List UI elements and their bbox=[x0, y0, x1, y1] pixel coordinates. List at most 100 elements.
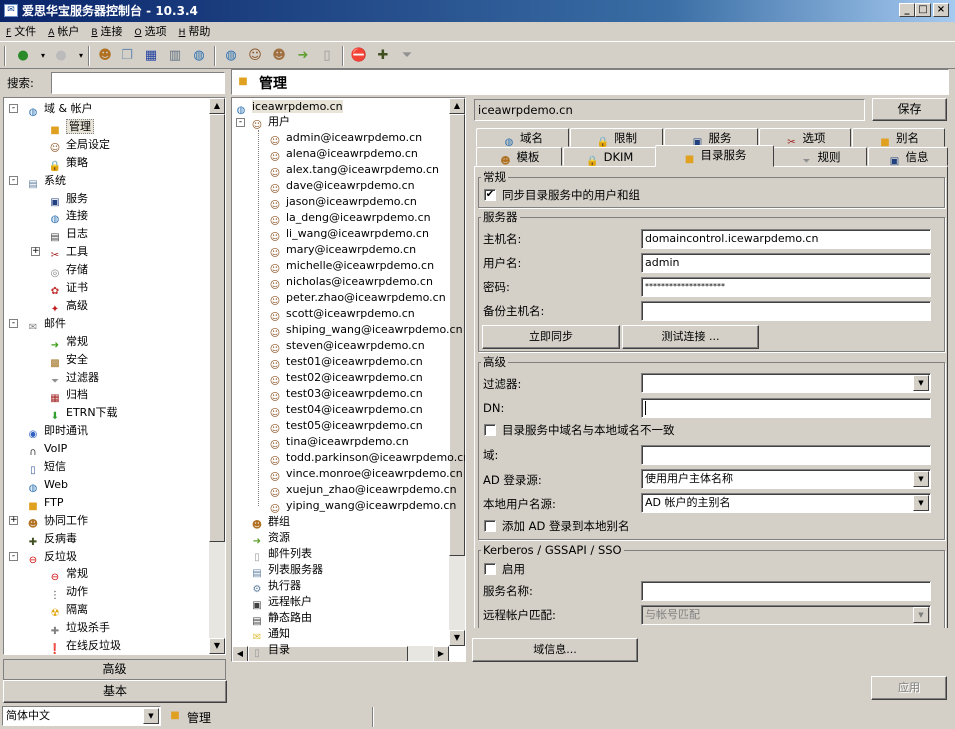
sync-checkbox[interactable]: ✔ bbox=[484, 189, 496, 201]
group-icon[interactable]: ☻ bbox=[270, 47, 288, 65]
scroll-thumb[interactable] bbox=[209, 114, 225, 542]
nav-scrollbar[interactable]: ▲ ▼ bbox=[209, 98, 225, 654]
nav-item[interactable]: ◉ 即时通讯 bbox=[26, 422, 88, 440]
nav-item[interactable]: ✿ 证书 bbox=[48, 279, 88, 297]
username-input[interactable]: admin bbox=[641, 253, 931, 273]
chart-icon[interactable]: ▥ bbox=[166, 47, 184, 65]
expand-icon[interactable]: + bbox=[31, 247, 40, 257]
nav-item[interactable]: ☻ 协同工作 bbox=[26, 512, 88, 530]
nav-item[interactable]: ✦ 高级 bbox=[48, 297, 88, 315]
new-dropdown-icon[interactable]: ▾ bbox=[34, 47, 52, 65]
basic-button[interactable]: 基本 bbox=[3, 680, 227, 703]
menu-item[interactable]: B 连接 bbox=[91, 25, 122, 38]
scroll-down-button[interactable]: ▼ bbox=[449, 630, 465, 646]
nav-item[interactable]: ◍ 连接 bbox=[48, 207, 88, 225]
nav-item[interactable]: ✂ 工具 bbox=[48, 243, 88, 261]
globe-icon[interactable]: ◍ bbox=[190, 47, 208, 65]
delete-icon[interactable]: ● bbox=[52, 47, 70, 65]
backup-host-input[interactable] bbox=[641, 301, 931, 321]
add-alias-checkbox[interactable] bbox=[484, 520, 496, 532]
apply-button[interactable]: 应用 bbox=[871, 676, 947, 700]
dropdown-arrow-icon[interactable]: ▼ bbox=[913, 607, 929, 623]
user-list-item[interactable]: ☺ yiping_wang@iceawrpdemo.cn bbox=[268, 497, 457, 515]
domain-icon[interactable]: ◍ bbox=[222, 47, 240, 65]
domain-tree-item[interactable]: ▯ 目录 bbox=[250, 641, 290, 659]
save-button[interactable]: 保存 bbox=[872, 98, 947, 121]
scroll-left-button[interactable]: ◀ bbox=[232, 646, 248, 661]
enable-kerberos-checkbox[interactable] bbox=[484, 563, 496, 575]
tab-row1[interactable]: 🔒 限制 bbox=[570, 128, 663, 148]
filter-combo[interactable]: ▼ bbox=[641, 373, 931, 393]
tab-row2[interactable]: ☻ 模板 bbox=[476, 147, 562, 167]
domain-input[interactable] bbox=[641, 445, 931, 465]
nav-item[interactable]: ▩ 安全 bbox=[48, 351, 88, 369]
nav-item[interactable]: ⊖ 反垃圾 bbox=[26, 548, 77, 566]
nav-item[interactable]: ✚ 垃圾杀手 bbox=[48, 619, 110, 637]
tab-row1[interactable]: ✂ 选项 bbox=[759, 128, 851, 148]
nav-item[interactable]: ◍ 域 & 帐户 bbox=[26, 100, 93, 118]
copy-icon[interactable]: ❐ bbox=[118, 47, 136, 65]
remote-match-combo[interactable]: 与帐号匹配 ▼ bbox=[641, 605, 931, 625]
collapse-icon[interactable]: - bbox=[9, 551, 18, 561]
nav-item[interactable]: ✉ 邮件 bbox=[26, 315, 66, 333]
forward-icon[interactable]: ➜ bbox=[294, 47, 312, 65]
nav-item[interactable]: ∩ VoIP bbox=[26, 440, 67, 458]
domain-info-button[interactable]: 域信息... bbox=[472, 638, 638, 662]
nav-item[interactable]: ✚ 反病毒 bbox=[26, 530, 77, 548]
nav-item[interactable]: ◍ Web bbox=[26, 476, 68, 494]
collapse-icon[interactable]: - bbox=[9, 318, 18, 328]
nav-item[interactable]: ⏷ 过滤器 bbox=[48, 369, 99, 387]
tab-row2[interactable]: ▣ 信息 bbox=[868, 147, 948, 167]
filter-icon[interactable]: ⏷ bbox=[398, 47, 416, 65]
stop-icon[interactable]: ⛔ bbox=[350, 47, 368, 65]
user-icon[interactable]: ☺ bbox=[246, 47, 264, 65]
users-icon[interactable]: ☻ bbox=[96, 47, 114, 65]
nav-item[interactable]: ☢ 隔离 bbox=[48, 601, 88, 619]
nav-item[interactable]: ☺ 全局设定 bbox=[48, 136, 110, 154]
dropdown-arrow-icon[interactable]: ▼ bbox=[913, 471, 929, 487]
nav-item[interactable]: ▣ 服务 bbox=[48, 190, 88, 208]
service-name-input[interactable] bbox=[641, 581, 931, 601]
scroll-right-button[interactable]: ▶ bbox=[433, 646, 449, 661]
nav-item[interactable]: ▯ 短信 bbox=[26, 458, 66, 476]
tab-directory-active[interactable]: ■ 目录服务 bbox=[655, 145, 774, 167]
dropdown-arrow-icon[interactable]: ▼ bbox=[913, 375, 929, 391]
nav-item[interactable]: ▦ 归档 bbox=[48, 386, 88, 404]
menu-item[interactable]: O 选项 bbox=[135, 25, 167, 38]
sync-now-button[interactable]: 立即同步 bbox=[482, 325, 620, 349]
collapse-icon[interactable]: - bbox=[9, 104, 18, 113]
dn-input[interactable] bbox=[641, 398, 931, 418]
menu-item[interactable]: H 帮助 bbox=[179, 25, 211, 38]
ad-login-combo[interactable]: 使用用户主体名称 ▼ bbox=[641, 469, 931, 489]
scroll-up-button[interactable]: ▲ bbox=[449, 98, 465, 114]
language-select[interactable]: 简体中文 ▼ bbox=[2, 706, 161, 726]
nav-item[interactable]: ◎ 存储 bbox=[48, 261, 88, 279]
advanced-button[interactable]: 高级 bbox=[3, 659, 226, 680]
nav-item[interactable]: ▤ 系统 bbox=[26, 172, 66, 190]
mismatch-checkbox[interactable] bbox=[484, 424, 496, 436]
host-input[interactable]: domaincontrol.icewarpdemo.cn bbox=[641, 229, 931, 249]
nav-item[interactable]: ⊖ 常规 bbox=[48, 565, 88, 583]
nav-item[interactable]: ⋮ 动作 bbox=[48, 583, 88, 601]
menu-item[interactable]: A 帐户 bbox=[48, 25, 79, 38]
nav-item[interactable]: ⬇ ETRN下载 bbox=[48, 404, 118, 422]
expand-icon[interactable]: + bbox=[9, 515, 18, 525]
scroll-down-button[interactable]: ▼ bbox=[209, 638, 225, 654]
minimize-button[interactable]: _ bbox=[899, 3, 915, 17]
search-input[interactable] bbox=[51, 72, 225, 94]
nav-item[interactable]: ❗ 在线反垃圾 bbox=[48, 637, 121, 654]
domain-tree-vscroll[interactable]: ▲ ▼ bbox=[449, 98, 465, 646]
dropdown-arrow-icon[interactable]: ▼ bbox=[913, 495, 929, 511]
tab-row2[interactable]: 🔒 DKIM bbox=[563, 147, 656, 167]
test-connection-button[interactable]: 测试连接 ... bbox=[622, 325, 759, 349]
tab-row1[interactable]: ◍ 域名 bbox=[476, 128, 569, 148]
collapse-icon[interactable]: - bbox=[9, 175, 18, 185]
tab-row1[interactable]: ■ 别名 bbox=[852, 128, 945, 148]
nav-item[interactable]: ■ FTP bbox=[26, 494, 63, 512]
nav-item[interactable]: ▤ 日志 bbox=[48, 225, 88, 243]
password-input[interactable]: ******************** bbox=[641, 277, 931, 297]
local-user-combo[interactable]: AD 帐户的主别名 ▼ bbox=[641, 493, 931, 513]
dropdown-arrow-icon[interactable]: ▼ bbox=[143, 708, 159, 724]
tab-row2[interactable]: ⏷ 规则 bbox=[773, 147, 867, 167]
scroll-up-button[interactable]: ▲ bbox=[209, 98, 225, 114]
